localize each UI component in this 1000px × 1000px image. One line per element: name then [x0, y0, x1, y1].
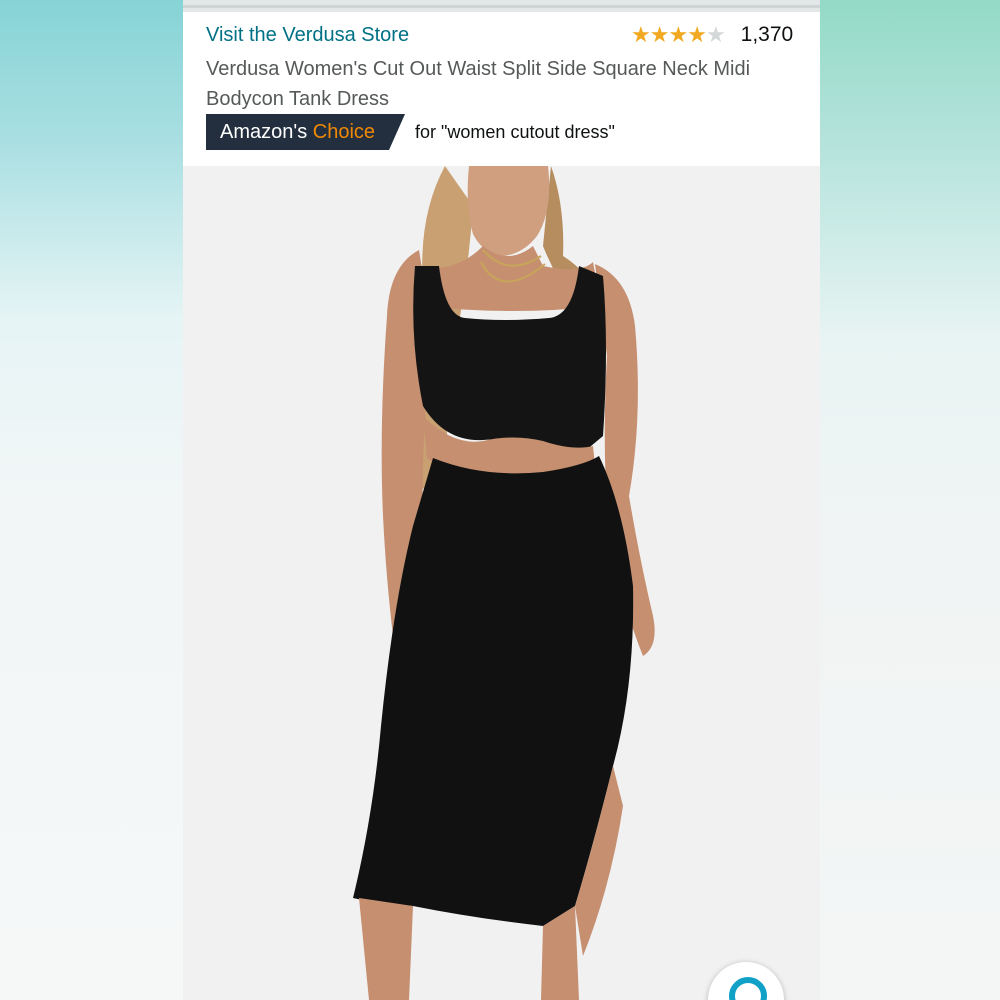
review-count[interactable]: 1,370	[741, 23, 794, 47]
product-card: Visit the Verdusa Store ★ ★ ★ ★ ★ 1,370 …	[183, 0, 820, 1000]
badge-emphasis: Choice	[312, 121, 376, 143]
star-icon: ★	[705, 22, 726, 47]
star-icon: ★	[649, 22, 670, 47]
star-icon: ★	[687, 22, 707, 47]
star-rating[interactable]: ★ ★ ★ ★ ★	[631, 22, 726, 47]
badge-prefix: Amazon's	[220, 121, 313, 143]
badge-label: Amazon's Choice	[206, 114, 405, 150]
product-photo	[183, 166, 820, 1000]
rating-summary[interactable]: ★ ★ ★ ★ ★ 1,370	[631, 23, 793, 47]
background-panel-right	[820, 0, 1000, 1000]
product-title: Verdusa Women's Cut Out Waist Split Side…	[206, 58, 751, 110]
star-icon: ★	[668, 22, 688, 47]
amazons-choice-badge[interactable]: Amazon's Choice for "women cutout dress"	[206, 114, 615, 150]
badge-query: for "women cutout dress"	[415, 121, 615, 142]
store-link[interactable]: Visit the Verdusa Store	[206, 24, 409, 47]
magnifier-icon	[729, 977, 767, 1000]
star-icon: ★	[631, 22, 651, 47]
top-divider	[183, 0, 820, 12]
product-image[interactable]	[183, 166, 820, 1000]
